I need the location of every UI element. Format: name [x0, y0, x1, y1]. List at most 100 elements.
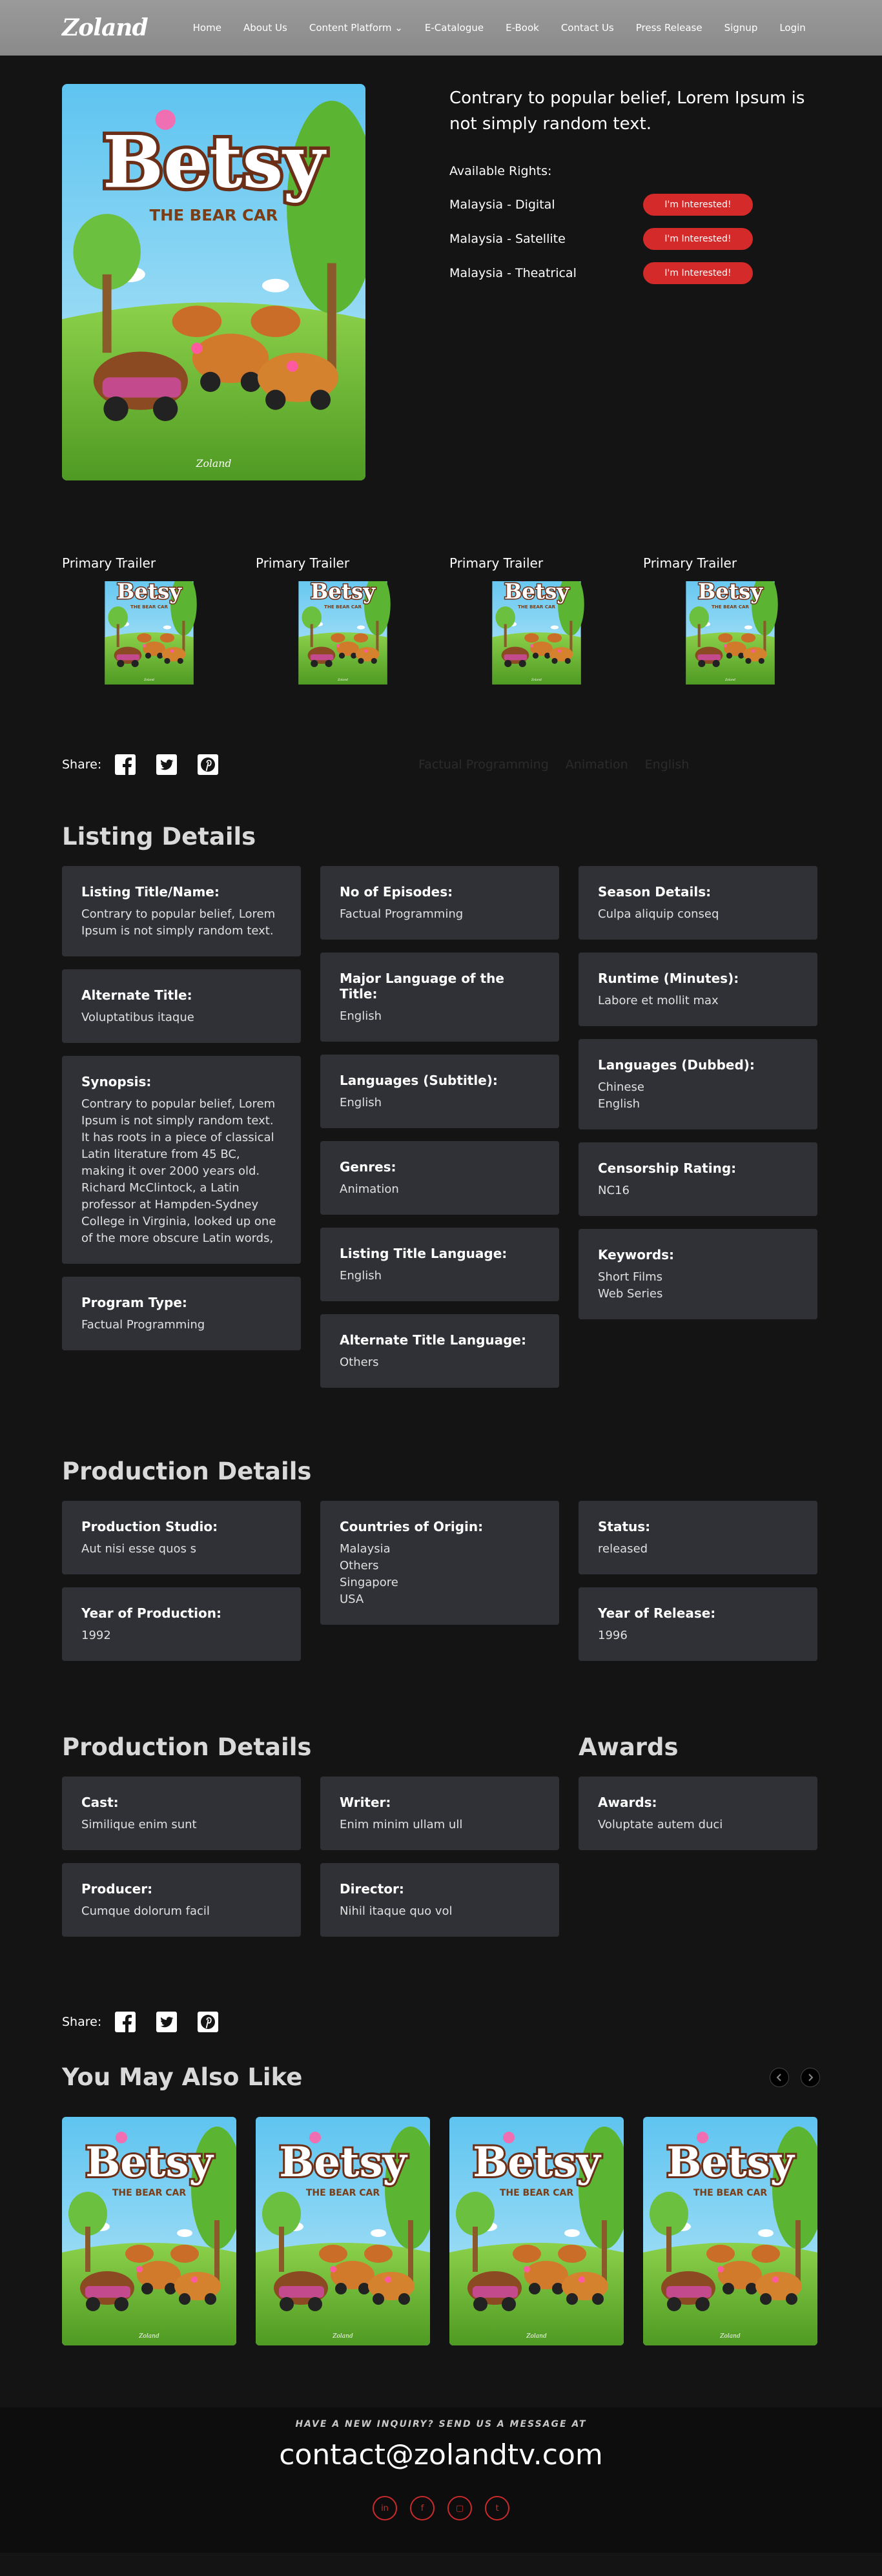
related-poster-card[interactable]	[449, 2117, 624, 2345]
nav-home[interactable]: Home	[193, 22, 221, 34]
detail-value: Cumque dolorum facil	[81, 1904, 210, 1918]
arrow-left-icon[interactable]	[770, 2067, 789, 2087]
trailer-label: Primary Trailer	[449, 555, 544, 571]
detail-label: Year of Production:	[81, 1605, 222, 1621]
footer-inquiry-text: HAVE A NEW INQUIRY? SEND US A MESSAGE AT	[295, 2419, 587, 2429]
interested-button[interactable]: I'm Interested!	[643, 227, 753, 250]
detail-label: Languages (Subtitle):	[340, 1073, 498, 1088]
contact-email-link[interactable]: contact@zolandtv.com	[0, 2438, 882, 2471]
listing-column-1: Listing Title/Name: Contrary to popular b…	[62, 866, 301, 1388]
detail-label: Alternate Title Language:	[340, 1332, 526, 1348]
facebook-icon[interactable]	[114, 753, 137, 776]
hero-section: Contrary to popular belief, Lorem Ipsum …	[62, 56, 820, 480]
interested-button[interactable]: I'm Interested!	[643, 193, 753, 216]
detail-card: Genres: Animation	[320, 1141, 559, 1215]
detail-label: Keywords:	[598, 1247, 675, 1262]
detail-card: Languages (Dubbed): Chinese English	[579, 1039, 817, 1129]
nav-e-catalogue[interactable]: E-Catalogue	[425, 22, 484, 34]
pinterest-icon[interactable]	[196, 753, 220, 776]
instagram-icon[interactable]: ▢	[447, 2496, 472, 2520]
trailer-thumbnail[interactable]	[62, 581, 236, 697]
zoland-logo[interactable]: Zoland	[62, 14, 149, 41]
nav-contact-us[interactable]: Contact Us	[561, 22, 614, 34]
detail-label: Runtime (Minutes):	[598, 971, 739, 986]
you-may-also-like-title: You May Also Like	[62, 2063, 303, 2091]
right-label: Malaysia - Theatrical	[449, 265, 577, 280]
detail-label: Listing Title Language:	[340, 1246, 508, 1261]
facebook-icon[interactable]: f	[410, 2496, 435, 2520]
detail-label: Alternate Title:	[81, 987, 192, 1003]
detail-label: Director:	[340, 1881, 404, 1897]
detail-value: Factual Programming	[340, 907, 464, 921]
detail-card: Year of Release: 1996	[579, 1587, 817, 1661]
share-label: Share:	[62, 2015, 102, 2029]
production-column-3: Status: released Year of Release: 1996	[579, 1501, 817, 1661]
detail-value: 1992	[81, 1629, 111, 1642]
arrow-right-icon[interactable]	[801, 2067, 820, 2087]
detail-card: Writer: Enim minim ullam ull	[320, 1777, 559, 1850]
detail-label: Producer:	[81, 1881, 153, 1897]
detail-value: English	[340, 1009, 382, 1023]
detail-card: Status: released	[579, 1501, 817, 1574]
related-poster-card[interactable]	[643, 2117, 817, 2345]
detail-value: Voluptatibus itaque	[81, 1011, 194, 1024]
related-poster-card[interactable]	[256, 2117, 430, 2345]
twitter-icon[interactable]	[155, 753, 178, 776]
share-label: Share:	[62, 757, 102, 772]
production-column-1: Production Studio: Aut nisi esse quos s Ye…	[62, 1501, 301, 1661]
listing-column-3: Season Details: Culpa aliquip conseq Runti…	[579, 866, 817, 1388]
detail-value: Factual Programming	[81, 1318, 205, 1332]
share-row-bottom: Share:	[62, 2009, 820, 2035]
nav-press-release[interactable]: Press Release	[636, 22, 703, 34]
twitter-icon[interactable]	[155, 2010, 178, 2034]
facebook-icon[interactable]	[114, 2010, 137, 2034]
twitter-icon[interactable]: t	[485, 2496, 509, 2520]
nav-about-us[interactable]: About Us	[243, 22, 287, 34]
detail-card: Countries of Origin: Malaysia Others Sing…	[320, 1501, 559, 1625]
genre-tags: Factual Programming Animation English	[418, 757, 689, 772]
detail-card: Languages (Subtitle): English	[320, 1055, 559, 1128]
detail-card: Listing Title/Name: Contrary to popular b…	[62, 866, 301, 956]
detail-card: Director: Nihil itaque quo vol	[320, 1863, 559, 1937]
nav-e-book[interactable]: E-Book	[506, 22, 539, 34]
detail-card: Censorship Rating: NC16	[579, 1142, 817, 1216]
trailers-row: Primary Trailer Primary Trailer Primary …	[62, 555, 820, 697]
crew-column-1: Cast: Similique enim sunt Producer: Cumque …	[62, 1777, 301, 1937]
detail-card: Alternate Title Language: Others	[320, 1314, 559, 1388]
detail-card: Runtime (Minutes): Labore et mollit max	[579, 953, 817, 1026]
related-poster-card[interactable]	[62, 2117, 236, 2345]
detail-value: Enim minim ullam ull	[340, 1818, 463, 1831]
detail-value: Culpa aliquip conseq	[598, 907, 719, 921]
detail-label: Languages (Dubbed):	[598, 1057, 755, 1073]
nav-login[interactable]: Login	[779, 22, 805, 34]
tag[interactable]: English	[645, 757, 690, 772]
detail-value: Voluptate autem duci	[598, 1818, 723, 1831]
detail-card: Synopsis: Contrary to popular belief, Lor…	[62, 1056, 301, 1264]
trailer-thumbnail[interactable]	[256, 581, 430, 697]
detail-value: Nihil itaque quo vol	[340, 1904, 453, 1918]
detail-value: Animation	[340, 1182, 399, 1196]
tag[interactable]: Factual Programming	[418, 757, 549, 772]
detail-card: Year of Production: 1992	[62, 1587, 301, 1661]
production-details-title: Production Details	[62, 1458, 312, 1485]
trailer-thumbnail[interactable]	[449, 581, 624, 697]
crew-awards-section: Production Details Cast: Similique enim s…	[62, 1733, 820, 1937]
trailer-label: Primary Trailer	[256, 555, 350, 571]
listing-details-title: Listing Details	[62, 823, 256, 850]
interested-button[interactable]: I'm Interested!	[643, 262, 753, 284]
hero-info: Contrary to popular belief, Lorem Ipsum …	[449, 84, 820, 480]
linkedin-icon[interactable]: in	[373, 2496, 397, 2520]
detail-label: Season Details:	[598, 884, 712, 900]
top-nav: Zoland Home About Us Content Platform ⌄ …	[0, 0, 882, 56]
detail-value: Malaysia Others Singapore USA	[340, 1542, 398, 1606]
pinterest-icon[interactable]	[196, 2010, 220, 2034]
listing-details-section: Listing Details Listing Title/Name: Contr…	[62, 823, 820, 1388]
detail-value: English	[340, 1269, 382, 1283]
nav-content-platform[interactable]: Content Platform ⌄	[309, 22, 403, 34]
nav-signup[interactable]: Signup	[724, 22, 758, 34]
main-poster	[62, 84, 365, 480]
trailer-thumbnail[interactable]	[643, 581, 817, 697]
detail-label: Writer:	[340, 1795, 391, 1810]
trailer-label: Primary Trailer	[62, 555, 156, 571]
tag[interactable]: Animation	[566, 757, 628, 772]
